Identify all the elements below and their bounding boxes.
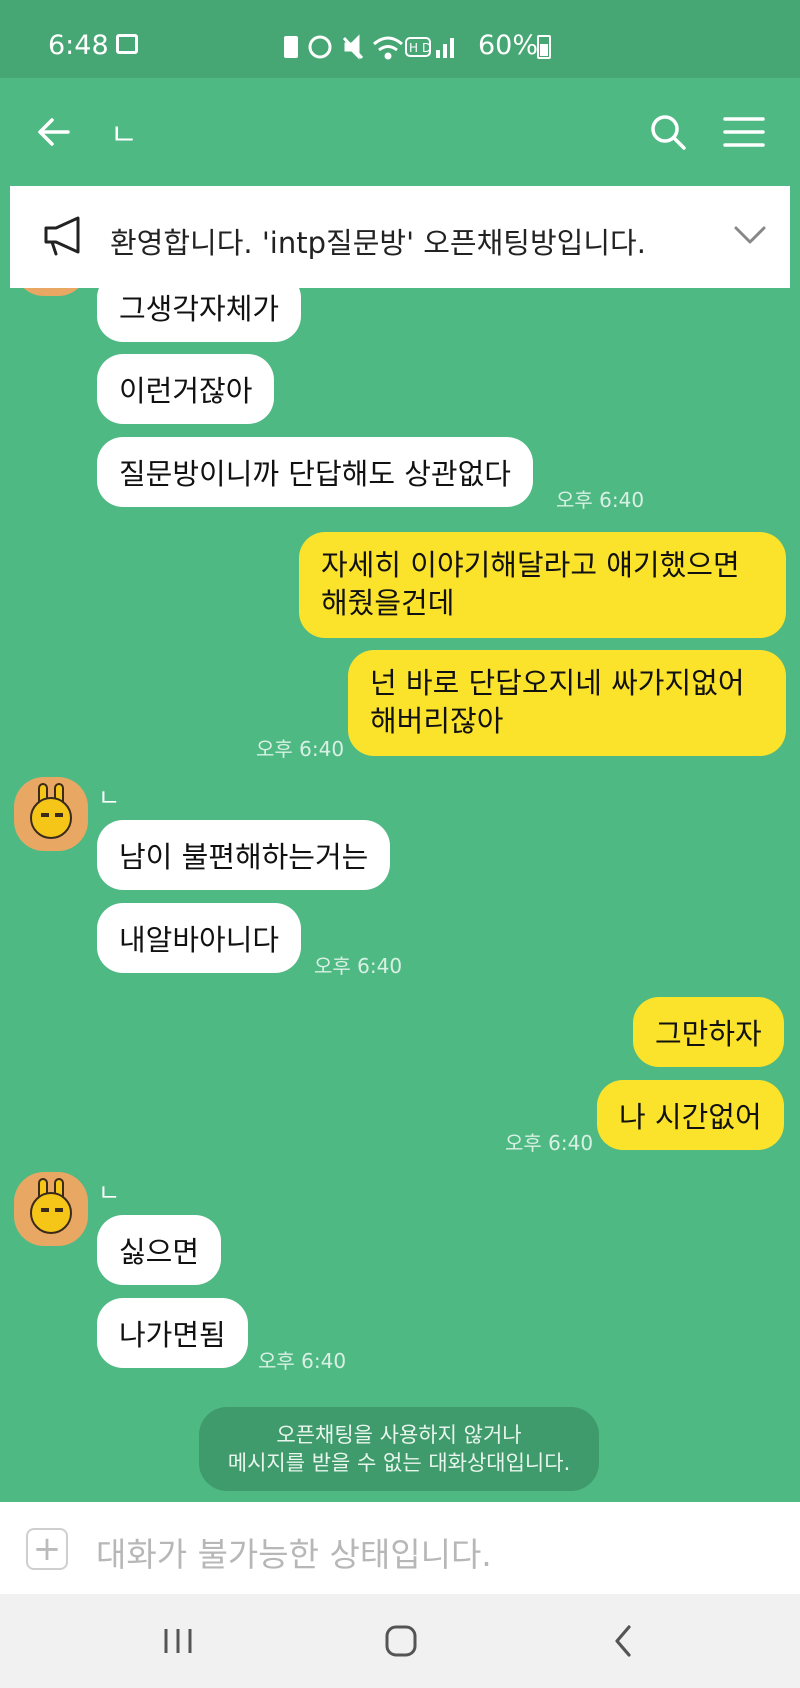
battery-icon xyxy=(537,35,551,59)
chevron-down-icon[interactable] xyxy=(728,214,772,258)
input-bar: + 대화가 불가능한 상태입니다. xyxy=(0,1502,800,1594)
megaphone-icon xyxy=(40,214,88,258)
message-bubble[interactable]: 넌 바로 단답오지네 싸가지없어 해버리잖아 xyxy=(348,650,786,756)
gallery-icon xyxy=(116,34,138,54)
message-bubble[interactable]: 나가면됨 xyxy=(97,1298,248,1368)
message-bubble[interactable]: 질문방이니까 단답해도 상관없다 xyxy=(97,437,533,507)
avatar[interactable] xyxy=(14,777,88,851)
message-bubble[interactable]: 내알바아니다 xyxy=(97,903,302,973)
sender-name: ㄴ xyxy=(98,1179,121,1207)
battery-saver-icon xyxy=(284,36,298,58)
mute-icon xyxy=(342,34,364,60)
system-nav-bar xyxy=(0,1594,800,1688)
svg-text:HD: HD xyxy=(409,41,435,55)
status-bar: 6:48 HD 60% xyxy=(0,0,800,78)
message-time: 오후 6:40 xyxy=(258,1349,347,1373)
message-time: 오후 6:40 xyxy=(556,488,645,512)
signal-icon xyxy=(436,38,454,58)
search-icon[interactable] xyxy=(640,104,696,160)
avatar[interactable] xyxy=(14,1172,88,1246)
message-bubble[interactable]: 자세히 이야기해달라고 얘기했으면 해줬을건데 xyxy=(299,532,786,638)
message-time: 오후 6:40 xyxy=(256,737,345,761)
message-time: 오후 6:40 xyxy=(314,954,403,978)
status-icons: HD xyxy=(282,32,462,68)
system-message: 오픈채팅을 사용하지 않거나 메시지를 받을 수 없는 대화상대입니다. xyxy=(199,1407,599,1491)
alarm-icon xyxy=(308,35,332,59)
home-icon[interactable] xyxy=(371,1616,431,1666)
recent-apps-icon[interactable] xyxy=(148,1616,208,1666)
plus-icon[interactable]: + xyxy=(26,1528,68,1570)
message-time: 오후 6:40 xyxy=(505,1131,594,1155)
message-bubble[interactable]: 나 시간없어 xyxy=(597,1080,784,1150)
menu-icon[interactable] xyxy=(716,104,772,160)
chat-header: ㄴ xyxy=(0,78,800,184)
notice-text: 환영합니다. 'intp질문방' 오픈채팅방입니다. xyxy=(110,226,646,260)
message-bubble[interactable]: 이런거잖아 xyxy=(97,354,275,424)
message-bubble[interactable]: 싫으면 xyxy=(97,1215,222,1285)
notice-banner[interactable]: 환영합니다. 'intp질문방' 오픈채팅방입니다. xyxy=(10,186,790,288)
chat-room-title[interactable]: ㄴ xyxy=(110,110,138,154)
status-time: 6:48 xyxy=(48,30,109,61)
back-arrow-icon[interactable] xyxy=(26,104,82,160)
hd-icon: HD xyxy=(405,37,435,57)
message-bubble[interactable]: 남이 불편해하는거는 xyxy=(97,820,391,890)
wifi-icon xyxy=(373,36,403,60)
message-bubble[interactable]: 그만하자 xyxy=(633,997,784,1067)
message-input[interactable]: 대화가 불가능한 상태입니다. xyxy=(96,1528,492,1576)
sender-name: ㄴ xyxy=(98,784,121,812)
battery-percent: 60% xyxy=(478,30,539,61)
nav-back-icon[interactable] xyxy=(594,1616,654,1666)
